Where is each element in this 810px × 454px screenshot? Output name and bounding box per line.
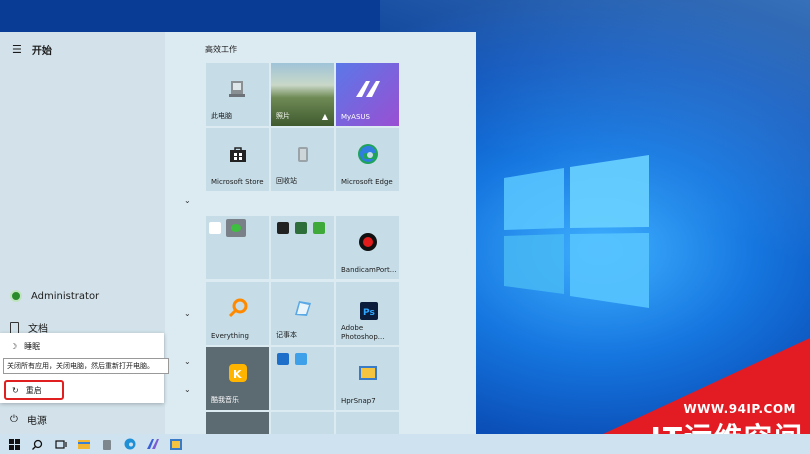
tile-photoshop[interactable]: Ps Adobe Photoshop... [336,282,399,345]
windows-start-icon[interactable] [8,438,21,451]
restart-option[interactable]: ↻ 重启 [4,380,64,400]
taskbar [0,434,810,454]
snapshot-app-icon[interactable] [169,438,182,451]
tile-microsoft-store[interactable]: Microsoft Store [206,128,269,191]
myasus-logo-icon [355,81,380,98]
tile-label: MyASUS [341,113,370,121]
tile-partial[interactable] [336,412,399,434]
tile-partial[interactable] [271,412,334,434]
notepad-icon [294,301,311,317]
tile-group-title: 高效工作 [205,45,237,54]
myasus-icon[interactable] [146,438,159,451]
edge-browser-icon[interactable] [123,438,136,451]
tile-label: Microsoft Edge [341,178,393,186]
task-view-icon[interactable] [54,438,67,451]
app-icon [295,222,307,234]
qq-icon [209,222,221,234]
music-app-icon: K [228,364,247,383]
tile-folder-group-1[interactable] [206,216,269,279]
tile-label: HprSnap7 [341,397,376,405]
tile-myasus[interactable]: MyASUS [336,63,399,126]
tile-label: 酷我音乐 [211,396,239,404]
svg-text:K: K [233,368,242,381]
restart-icon: ↻ [12,385,19,395]
camtasia-icon [313,222,325,234]
tile-kuwo-music[interactable]: K 酷我音乐 [206,347,269,410]
computer-icon [228,81,245,98]
tile-notepad[interactable]: 记事本 [271,282,334,345]
tile-photos[interactable]: 照片 ▲ [271,63,334,126]
app-icon [295,353,307,365]
power-icon: ⏻ [10,414,18,425]
edge-browser-icon [357,144,378,165]
app-icon [277,353,289,365]
restart-tooltip: 关闭所有应用，关闭电脑，然后重新打开电脑。 [3,358,169,374]
start-header[interactable]: ☰ 开始 [12,42,52,57]
store-bag-icon [229,147,246,163]
tile-folder-group-3[interactable] [271,347,334,410]
tile-label: 此电脑 [211,112,232,120]
tile-folder-group-2[interactable] [271,216,334,279]
tile-partial[interactable] [206,412,269,434]
chevron-down-icon[interactable]: ⌄ [184,196,191,205]
tile-everything[interactable]: Everything [206,282,269,345]
tile-label: Everything [211,332,249,340]
tile-label: Microsoft Store [211,178,264,186]
hamburger-menu-icon[interactable]: ☰ [12,43,22,56]
power-item[interactable]: ⏻ 电源 [10,412,47,427]
recycle-bin-icon [297,147,308,163]
magnifier-icon [228,298,247,318]
file-explorer-icon[interactable] [77,438,90,451]
document-icon [10,321,19,334]
recycle-bin-icon[interactable] [100,438,113,451]
chevron-down-icon[interactable]: ⌄ [184,309,191,318]
power-label: 电源 [26,416,47,427]
tile-hprsnap[interactable]: HprSnap7 [336,347,399,410]
user-name: Administrator [31,290,100,302]
tile-this-pc[interactable]: 此电脑 [206,63,269,126]
tile-recycle-bin[interactable]: 回收站 [271,128,334,191]
sleep-option[interactable]: ☽ 睡眠 [10,341,40,352]
user-account-item[interactable]: Administrator [10,290,99,302]
tile-label: Adobe Photoshop... [341,324,385,341]
screenshot-app-icon [358,366,377,381]
moon-icon: ☽ [10,342,18,351]
restart-label: 重启 [25,385,42,395]
search-icon[interactable] [31,438,44,451]
tile-label: 照片 [276,112,290,120]
tile-label: 记事本 [276,331,297,339]
windows-logo-wallpaper [504,155,649,308]
svg-text:Ps: Ps [363,308,375,318]
photo-icon: ▲ [321,112,328,121]
user-avatar-icon [10,290,22,302]
wechat-bubble-icon [231,224,241,232]
start-title: 开始 [31,46,52,57]
record-icon [358,233,377,252]
tile-label: 回收站 [276,177,297,185]
watermark-url: WWW.94IP.COM [683,402,796,416]
tile-edge[interactable]: Microsoft Edge [336,128,399,191]
sleep-label: 睡眠 [24,342,41,351]
tile-label: BandicamPort... [341,266,397,274]
app-icon [277,222,289,234]
chevron-down-icon[interactable]: ⌄ [184,357,191,366]
tile-bandicam[interactable]: BandicamPort... [336,216,399,279]
chevron-down-icon[interactable]: ⌄ [184,385,191,394]
photoshop-icon: Ps [360,302,378,320]
